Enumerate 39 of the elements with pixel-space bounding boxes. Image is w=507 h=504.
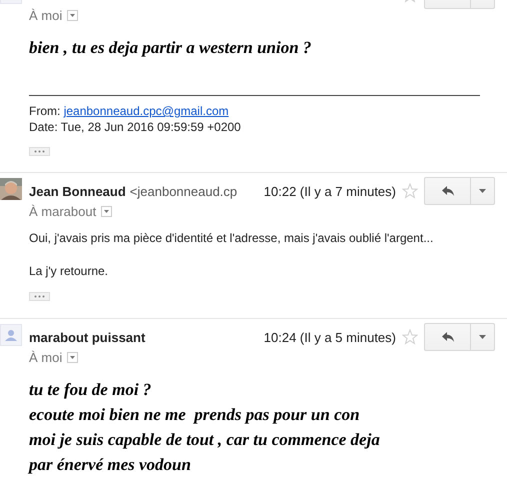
message-text: moi je suis capable de tout , car tu commence deja [29,429,381,451]
star-icon[interactable] [402,183,418,199]
recipient-label: À moi [29,8,62,22]
message-text: bien , tu es deja partir a western union ? [29,37,312,59]
more-actions-button[interactable] [471,323,495,351]
sender-email: <jeanbonneaud.cp [130,184,237,198]
details-toggle[interactable] [101,206,112,216]
message-text: La j'y retourne. [29,263,110,279]
message-text: tu te fou de moi ? [29,379,152,401]
avatar-icon [0,324,22,346]
caret-icon[interactable] [70,356,76,358]
more-actions-button[interactable] [471,177,495,205]
caret-icon[interactable] [479,189,486,193]
show-trimmed-button[interactable] [29,147,50,156]
sender-name: marabout puissant [29,330,146,344]
email-link[interactable]: jeanbonneaud.cpc@gmail.com [64,104,229,118]
reply-button[interactable] [424,323,471,351]
message-text: ecoute moi bien ne me prends pas pour un con [29,404,361,426]
message-text: par énervé mes vodoun [29,454,192,476]
details-toggle[interactable] [67,10,78,20]
reply-button[interactable] [424,177,471,205]
reply-icon[interactable] [440,331,454,343]
date-line: Date: Tue, 28 Jun 2016 09:59:59 +0200 [29,119,242,135]
ellipsis-icon[interactable] [34,150,45,153]
details-toggle[interactable] [67,352,78,362]
recipient-label: À moi [29,350,62,364]
caret-icon[interactable] [70,14,76,16]
caret-icon[interactable] [479,335,486,339]
message-text: Oui, j'avais pris ma pièce d'identité et l'adresse, mais j'avais oublié l'argent... [29,230,434,246]
timestamp: 10:22 (Il y a 7 minutes) [264,184,396,198]
caret-icon[interactable] [104,210,110,212]
ellipsis-icon[interactable] [34,295,45,298]
timestamp: 10:24 (Il y a 5 minutes) [264,330,396,344]
show-trimmed-button[interactable] [29,292,50,301]
reply-icon[interactable] [440,185,454,197]
recipient-label: À marabout [29,204,96,218]
star-icon[interactable] [402,329,418,345]
from-label: From: [29,104,60,118]
sender-name: Jean Bonneaud [29,184,126,198]
